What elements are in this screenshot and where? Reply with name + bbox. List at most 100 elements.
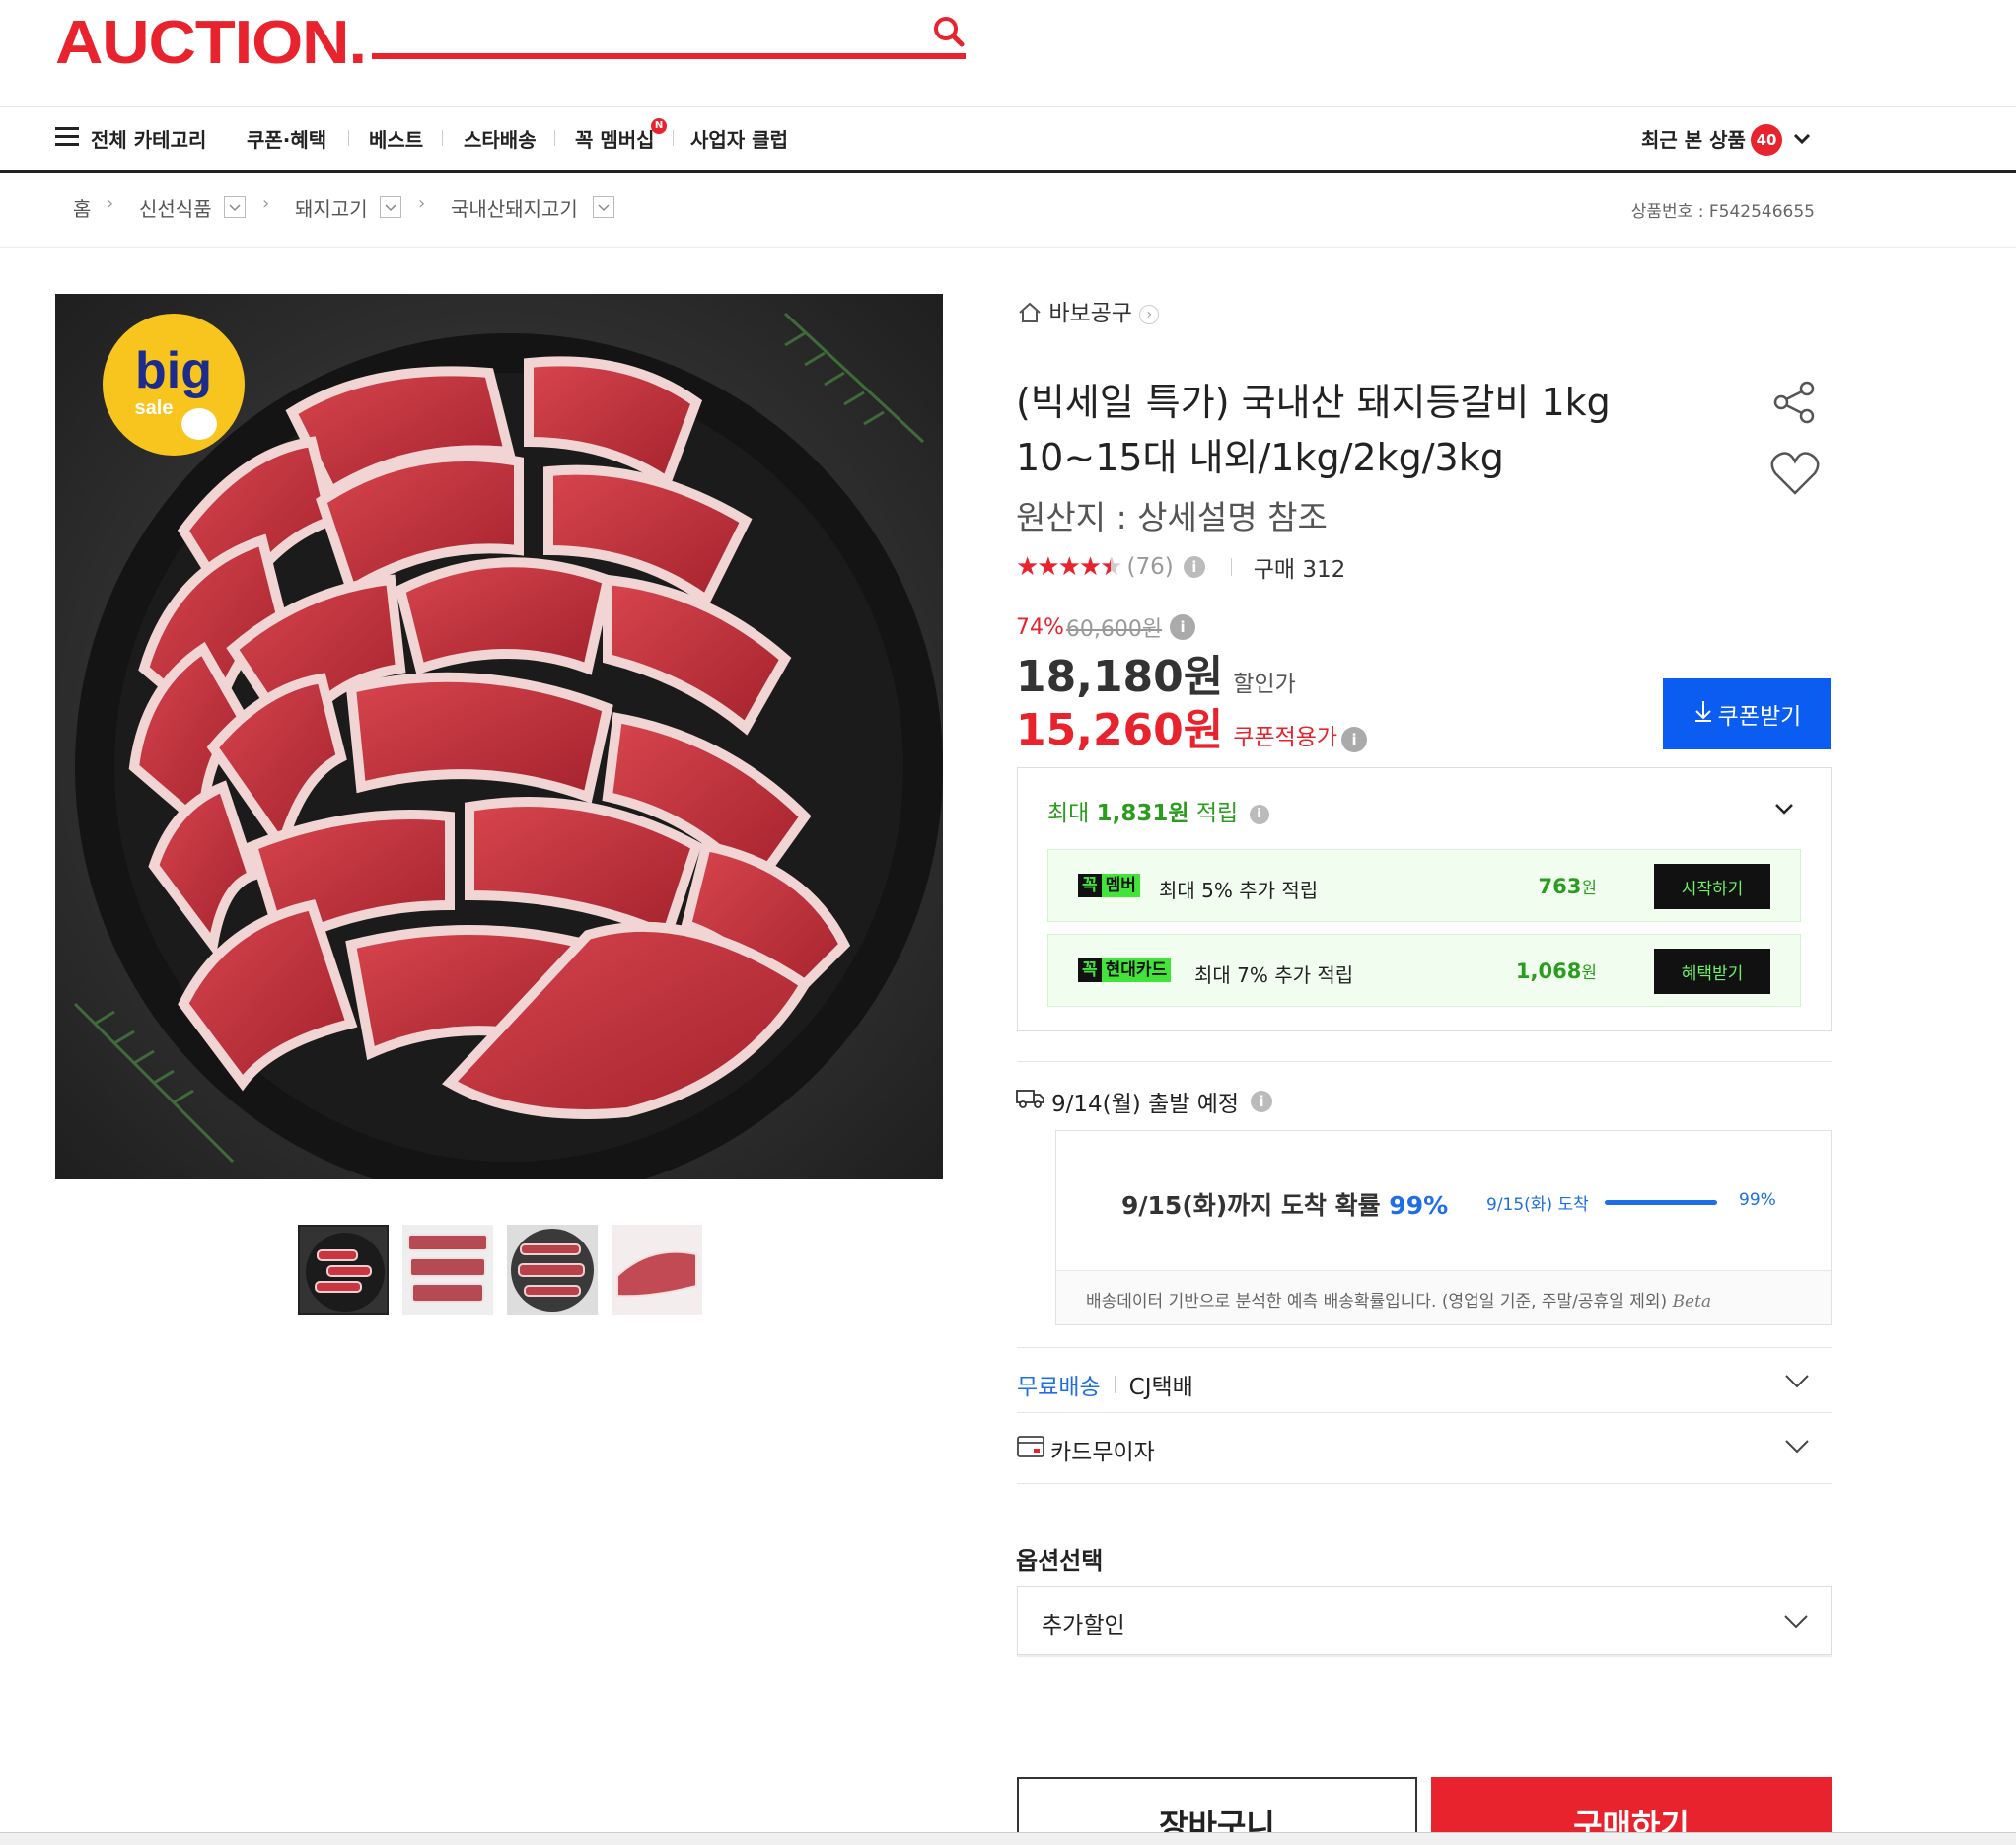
info-icon[interactable]: i bbox=[1251, 1091, 1273, 1112]
separator bbox=[1114, 1376, 1116, 1393]
info-icon[interactable]: i bbox=[1249, 804, 1269, 824]
chevron-right-icon: › bbox=[418, 193, 426, 214]
header-divider bbox=[0, 106, 2016, 107]
chevron-right-icon: › bbox=[1139, 305, 1160, 324]
card-installment-row[interactable]: 카드무이자 bbox=[1017, 1412, 1832, 1477]
search-input[interactable] bbox=[372, 53, 966, 59]
heart-icon[interactable] bbox=[1769, 450, 1821, 497]
info-icon[interactable]: i bbox=[1170, 614, 1196, 640]
probability-bar bbox=[1605, 1200, 1717, 1205]
breadcrumb-divider bbox=[0, 247, 2016, 248]
get-benefit-button[interactable]: 혜택받기 bbox=[1654, 949, 1770, 994]
nav-item-business-club[interactable]: 사업자 클럽 bbox=[690, 124, 788, 153]
new-badge: N bbox=[651, 118, 667, 134]
free-shipping-label: 무료배송 bbox=[1017, 1375, 1101, 1400]
menu-icon[interactable] bbox=[55, 127, 79, 147]
ship-date-text: 9/14(월) 출발 예정 bbox=[1051, 1092, 1240, 1117]
point-row-member: 꼭 멤버 최대 5% 추가 적립 763원 시작하기 bbox=[1047, 849, 1801, 922]
chevron-down-icon bbox=[1783, 1610, 1809, 1632]
delivery-probability-box: 9/15(화)까지 도착 확률 99% 9/15(화) 도착 99% 배송데이터… bbox=[1055, 1130, 1832, 1325]
chevron-down-icon[interactable] bbox=[1773, 798, 1795, 819]
member-badge: 꼭 멤버 bbox=[1078, 874, 1140, 897]
original-price: 60,600원 bbox=[1065, 617, 1163, 642]
nav-item-star-delivery[interactable]: 스타배송 bbox=[464, 124, 537, 153]
point-row-text: 최대 7% 추가 적립 bbox=[1194, 963, 1354, 987]
beta-label: Beta bbox=[1672, 1292, 1712, 1312]
breadcrumb-item[interactable]: 국내산돼지고기 bbox=[451, 193, 578, 222]
carrier-label: CJ택배 bbox=[1128, 1375, 1193, 1400]
product-title: (빅세일 특가) 국내산 돼지등갈비 1kg 10~15대 내외/1kg/2kg… bbox=[1016, 381, 1611, 479]
product-main-image[interactable]: big sale bbox=[55, 294, 943, 1179]
nav-item-best[interactable]: 베스트 bbox=[369, 124, 423, 153]
home-icon bbox=[1018, 302, 1042, 329]
coupon-price-row: 15,260원 쿠폰적용가 i bbox=[1016, 694, 1368, 757]
chevron-down-icon[interactable] bbox=[224, 196, 246, 218]
coupon-download-button[interactable]: 쿠폰받기 bbox=[1663, 678, 1831, 749]
chevron-down-icon[interactable] bbox=[380, 196, 401, 218]
option-select-title: 옵션선택 bbox=[1016, 1547, 1104, 1575]
shipping-option-row[interactable]: 무료배송 CJ택배 bbox=[1017, 1347, 1832, 1412]
start-membership-button[interactable]: 시작하기 bbox=[1654, 864, 1770, 909]
nav-item-membership[interactable]: 꼭 멤버십 bbox=[575, 124, 655, 153]
thumbnail[interactable] bbox=[612, 1225, 702, 1315]
product-number: 상품번호 : F542546655 bbox=[1630, 202, 1815, 222]
info-icon[interactable]: i bbox=[1183, 556, 1205, 578]
recent-items-button[interactable]: 최근 본 상품 bbox=[1641, 124, 1746, 153]
option-select-dropdown[interactable]: 추가할인 bbox=[1017, 1586, 1832, 1655]
chevron-down-icon[interactable] bbox=[1784, 1370, 1810, 1391]
review-count[interactable]: (76) bbox=[1127, 554, 1174, 580]
option-selected-value: 추가할인 bbox=[1042, 1613, 1125, 1639]
discount-rate: 74% bbox=[1016, 614, 1064, 640]
horizontal-scrollbar[interactable] bbox=[0, 1832, 2016, 1845]
chevron-right-icon: › bbox=[107, 193, 114, 214]
card-icon bbox=[1017, 1435, 1044, 1464]
point-row-amount: 763원 bbox=[1538, 875, 1597, 898]
origin-info: 원산지 : 상세설명 참조 bbox=[1016, 498, 1328, 536]
coupon-price: 15,260원 bbox=[1016, 705, 1224, 755]
svg-text:big: big bbox=[135, 342, 212, 399]
store-name: 바보공구 bbox=[1048, 301, 1132, 326]
points-panel: 최대 1,831원 적립 i 꼭 멤버 최대 5% 추가 적립 763원 시작하기… bbox=[1017, 767, 1832, 1031]
discount-row: 74% 60,600원 i bbox=[1016, 611, 1196, 643]
share-icon[interactable] bbox=[1771, 379, 1819, 426]
card-installment-label: 카드무이자 bbox=[1050, 1440, 1155, 1465]
coupon-button-label: 쿠폰받기 bbox=[1717, 704, 1802, 730]
truck-icon bbox=[1016, 1088, 1045, 1115]
rating-separator bbox=[1230, 558, 1232, 576]
ship-date-row: 9/14(월) 출발 예정 i bbox=[1016, 1085, 1273, 1118]
arrival-probability: 9/15(화)까지 도착 확률 99% bbox=[1121, 1191, 1449, 1220]
chevron-down-icon[interactable] bbox=[593, 196, 614, 218]
option-divider bbox=[1017, 1655, 1832, 1657]
nav-separator bbox=[348, 130, 349, 146]
thumbnail[interactable] bbox=[402, 1225, 493, 1315]
buy-count: 구매 312 bbox=[1253, 557, 1346, 583]
auction-logo[interactable]: AUCTION. bbox=[55, 8, 367, 78]
chevron-right-icon: › bbox=[262, 193, 270, 214]
breadcrumb-home[interactable]: 홈 bbox=[73, 193, 91, 222]
svg-text:sale: sale bbox=[135, 397, 174, 419]
search-icon[interactable] bbox=[931, 14, 967, 49]
thumbnail[interactable] bbox=[507, 1225, 598, 1315]
delivery-note: 배송데이터 기반으로 분석한 예측 배송확률입니다. (영업일 기준, 주말/공… bbox=[1086, 1292, 1712, 1312]
section-divider bbox=[1017, 1483, 1832, 1484]
rating-stars[interactable]: ★★★★★★ bbox=[1016, 552, 1123, 582]
all-category-button[interactable]: 전체 카테고리 bbox=[91, 124, 206, 153]
info-icon[interactable]: i bbox=[1341, 727, 1368, 752]
arrival-date-small: 9/15(화) 도착 bbox=[1486, 1195, 1589, 1215]
chevron-down-icon[interactable] bbox=[1791, 128, 1813, 150]
rating-row: ★★★★★★ (76) i 구매 312 bbox=[1016, 550, 1345, 584]
breadcrumb: 홈 › 신선식품 › 돼지고기 › 국내산돼지고기 상품번호 : F542546… bbox=[0, 189, 2016, 222]
probability-percent: 99% bbox=[1739, 1190, 1776, 1210]
nav-item-coupon[interactable]: 쿠폰·혜택 bbox=[247, 124, 326, 153]
chevron-down-icon[interactable] bbox=[1784, 1435, 1810, 1456]
point-row-text: 최대 5% 추가 적립 bbox=[1159, 879, 1319, 902]
global-nav: 전체 카테고리 쿠폰·혜택 베스트 스타배송 꼭 멤버십 N 사업자 클럽 최근… bbox=[0, 108, 2016, 170]
breadcrumb-item[interactable]: 돼지고기 bbox=[295, 193, 368, 222]
points-title[interactable]: 최대 1,831원 적립 i bbox=[1047, 794, 1269, 827]
delivery-probability-top: 9/15(화)까지 도착 확률 99% 9/15(화) 도착 99% bbox=[1056, 1131, 1831, 1271]
nav-separator bbox=[442, 130, 443, 146]
breadcrumb-item[interactable]: 신선식품 bbox=[139, 193, 212, 222]
thumbnail[interactable] bbox=[298, 1225, 389, 1315]
section-divider bbox=[1017, 1061, 1832, 1062]
store-link[interactable]: 바보공구 › bbox=[1018, 294, 1160, 329]
